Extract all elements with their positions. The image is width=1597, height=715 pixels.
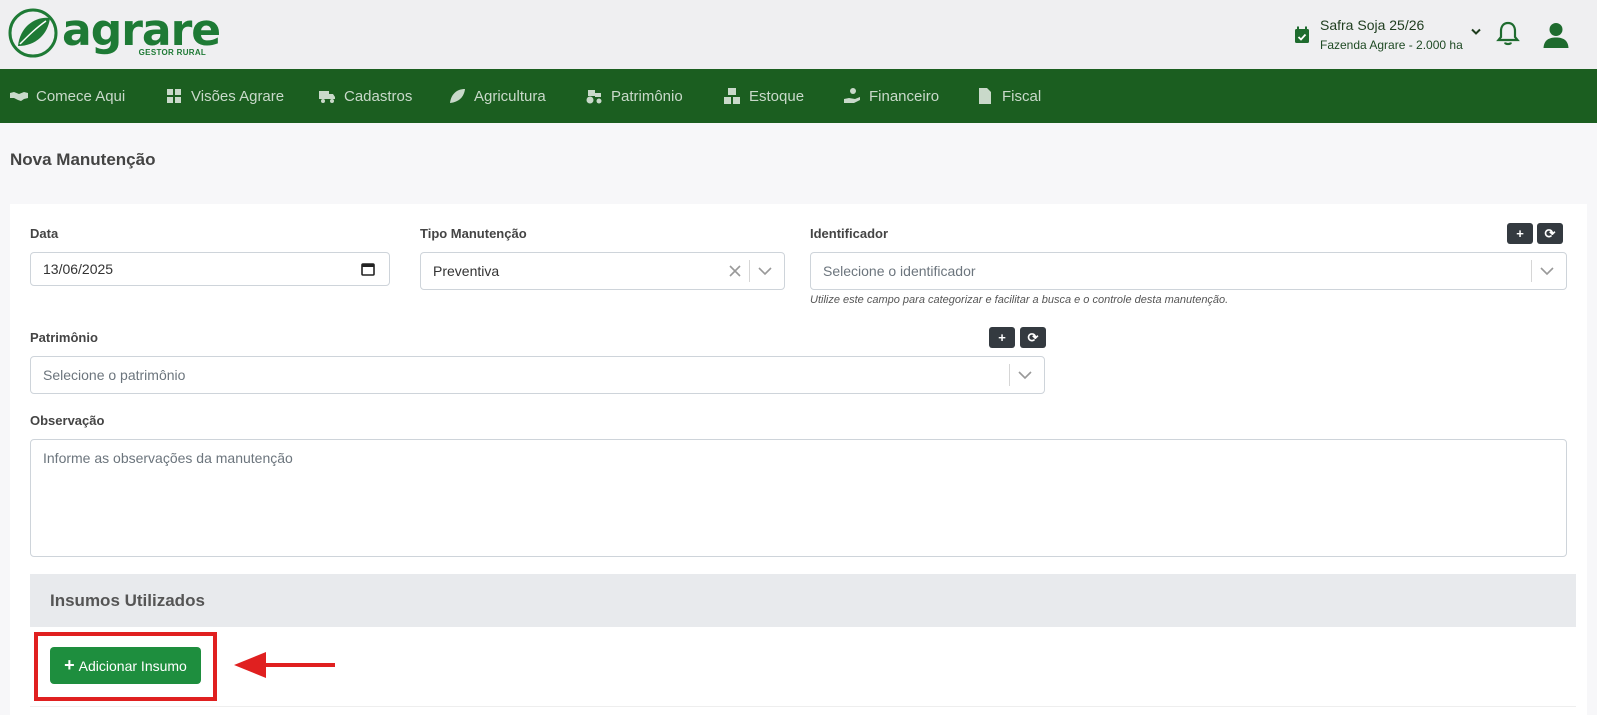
boxes-icon: [724, 88, 740, 104]
agrare-logo[interactable]: agrare GESTOR RURAL: [8, 8, 221, 58]
nav-item-comece-aqui[interactable]: Comece Aqui: [10, 69, 125, 123]
safra-title: Safra Soja 25/26: [1320, 17, 1425, 33]
observacao-placeholder: Informe as observações da manutenção: [43, 450, 293, 466]
tipo-manutencao-select[interactable]: Preventiva: [420, 252, 785, 290]
insumos-section-header: Insumos Utilizados: [30, 574, 1576, 627]
nav-label: Patrimônio: [611, 87, 683, 105]
nav-item-fiscal[interactable]: Fiscal: [976, 69, 1041, 123]
data-date-input[interactable]: 13/06/2025: [30, 252, 390, 286]
nav-item-patrimonio[interactable]: Patrimônio: [585, 69, 683, 123]
calendar-icon[interactable]: [361, 262, 375, 276]
patrimonio-label: Patrimônio: [30, 330, 98, 345]
calendar-check-icon: [1295, 26, 1309, 43]
nav-label: Visões Agrare: [191, 87, 285, 105]
top-header: agrare GESTOR RURAL Safra Soja 25/26 Faz…: [0, 0, 1597, 69]
nav-label: Comece Aqui: [36, 87, 126, 105]
nav-label: Fiscal: [1002, 87, 1042, 105]
data-label: Data: [30, 226, 59, 241]
leaf-logo-icon: [8, 8, 58, 58]
main-navbar: Comece Aqui Visões Agrare Cadastros Agri…: [0, 69, 1597, 123]
identificador-placeholder: Selecione o identificador: [823, 263, 976, 279]
identificador-select[interactable]: Selecione o identificador: [810, 252, 1567, 290]
patrimonio-select[interactable]: Selecione o patrimônio: [30, 356, 1045, 394]
patrimonio-placeholder: Selecione o patrimônio: [43, 367, 186, 383]
safra-selector[interactable]: Safra Soja 25/26 Fazenda Agrare - 2.000 …: [1294, 16, 1481, 54]
fazenda-subtitle: Fazenda Agrare - 2.000 ha: [1320, 38, 1463, 52]
chevron-down-icon[interactable]: [1018, 370, 1032, 380]
add-identificador-button[interactable]: +: [1507, 223, 1533, 244]
nav-item-financeiro[interactable]: Financeiro: [843, 69, 939, 123]
refresh-identificador-button[interactable]: ⟳: [1537, 223, 1563, 244]
nav-item-cadastros[interactable]: Cadastros: [318, 69, 412, 123]
grid-icon: [167, 89, 181, 103]
tipo-value: Preventiva: [433, 263, 500, 279]
observacao-textarea[interactable]: Informe as observações da manutenção: [30, 439, 1567, 557]
handshake-icon: [10, 92, 28, 101]
nav-item-estoque[interactable]: Estoque: [723, 69, 804, 123]
insumos-title: Insumos Utilizados: [50, 590, 205, 610]
hand-coin-icon: [844, 88, 860, 103]
brand-tagline: GESTOR RURAL: [138, 48, 207, 57]
clear-icon[interactable]: [729, 265, 741, 277]
file-invoice-icon: [979, 88, 991, 104]
data-value: 13/06/2025: [43, 261, 114, 277]
tractor-icon: [586, 90, 602, 104]
chevron-down-icon[interactable]: [758, 266, 772, 276]
form-card: Data 13/06/2025 Tipo Manutenção Preventi…: [10, 204, 1587, 715]
leaf-icon: [450, 89, 465, 103]
page-title: Nova Manutenção: [10, 150, 156, 169]
chevron-down-icon: [1471, 28, 1481, 35]
tipo-manutencao-label: Tipo Manutenção: [420, 226, 527, 241]
chevron-down-icon[interactable]: [1540, 266, 1554, 276]
nav-item-agricultura[interactable]: Agricultura: [448, 69, 546, 123]
truck-icon: [319, 91, 335, 103]
identificador-label: Identificador: [810, 226, 889, 241]
identificador-hint: Utilize este campo para categorizar e fa…: [810, 294, 1229, 306]
refresh-patrimonio-button[interactable]: ⟳: [1020, 327, 1046, 348]
observacao-label: Observação: [30, 413, 105, 428]
nav-label: Estoque: [749, 87, 805, 105]
user-avatar-icon[interactable]: [1542, 21, 1570, 49]
nav-label: Cadastros: [344, 87, 413, 105]
nav-label: Financeiro: [869, 87, 940, 105]
highlight-annotation-box: [34, 632, 217, 701]
red-arrow-icon: [234, 652, 335, 678]
bell-icon[interactable]: [1496, 21, 1520, 47]
nav-item-visoes-agrare[interactable]: Visões Agrare: [165, 69, 284, 123]
add-patrimonio-button[interactable]: +: [989, 327, 1015, 348]
nav-label: Agricultura: [474, 87, 546, 105]
